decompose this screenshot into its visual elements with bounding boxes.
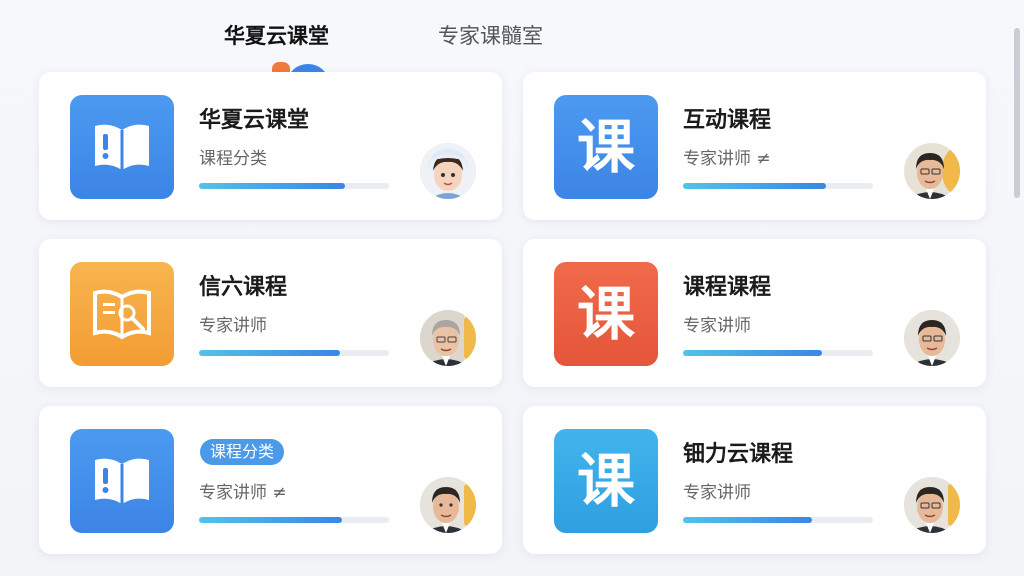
book-icon [95,458,149,504]
course-subtitle: 课程分类 [199,149,267,169]
male-teacher-avatar [904,143,960,199]
book-icon [95,124,149,170]
course-thumbnail [70,95,174,199]
course-thumbnail [70,262,174,366]
tab-huaxia-cloud-classroom[interactable]: 华夏云课堂 [224,18,329,54]
course-card[interactable]: 课 钿力云课程 专家讲师 [523,406,986,554]
course-card[interactable]: 课 课程课程 专家讲师 [523,239,986,387]
course-thumbnail [70,429,174,533]
course-title: 信六课程 [199,275,288,300]
course-title: 华夏云课堂 [199,108,310,133]
course-title: 课程课程 [683,275,772,300]
male-teacher-avatar [904,310,960,366]
course-subtitle: 专家讲师 [683,483,751,503]
course-thumbnail: 课 [554,95,658,199]
course-subtitle: 专家讲师 ≠ [199,483,287,503]
tab-expert-classroom[interactable]: 专家课髓室 [438,18,543,54]
course-glyph: 课 [576,113,635,181]
course-card[interactable]: 华夏云课堂 课程分类 [39,72,502,220]
course-thumbnail: 课 [554,429,658,533]
book-gear-icon [93,289,151,340]
course-subtitle: 专家讲师 ≠ [683,149,771,169]
course-subtitle: 专家讲师 [683,316,751,336]
progress-bar [199,183,389,189]
course-glyph: 课 [576,280,635,348]
older-teacher-avatar [420,310,476,366]
course-card[interactable]: 课 互动课程 专家讲师 ≠ [523,72,986,220]
female-teacher-avatar [420,143,476,199]
progress-bar [683,350,873,356]
male-teacher-avatar [420,477,476,533]
app-page: 华夏云课堂 专家课髓室 华夏云课堂 课程分类 课 互动课程 专家讲师 ≠ 信六课… [0,0,1024,576]
course-card[interactable]: 课程分类 专家讲师 ≠ [39,406,502,554]
progress-bar [199,517,389,523]
course-thumbnail: 课 [554,262,658,366]
course-card[interactable]: 信六课程 专家讲师 [39,239,502,387]
progress-bar [683,517,873,523]
progress-bar [199,350,389,356]
progress-bar [683,183,873,189]
course-title: 钿力云课程 [683,442,794,467]
course-title: 互动课程 [683,108,772,133]
course-glyph: 课 [576,447,635,515]
male-teacher-avatar [904,477,960,533]
tab-bar: 华夏云课堂 专家课髓室 [0,18,1024,76]
course-subtitle: 专家讲师 [199,316,267,336]
category-badge[interactable]: 课程分类 [200,439,285,465]
